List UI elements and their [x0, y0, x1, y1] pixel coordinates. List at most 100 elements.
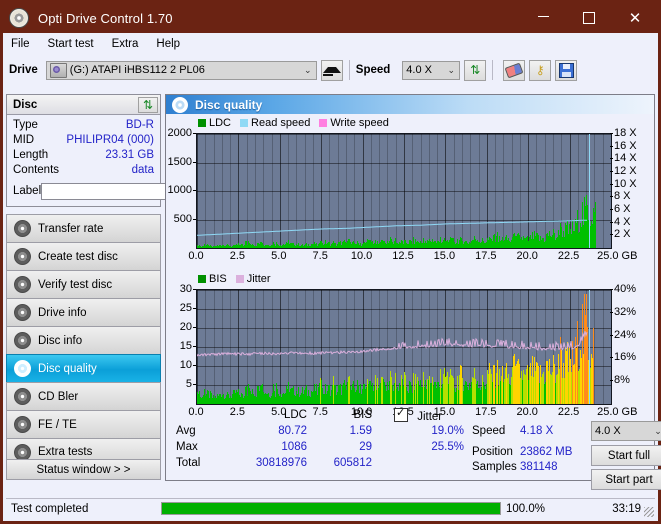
window-title: Opti Drive Control 1.70 [38, 10, 173, 26]
y-axis-tick: 10 [180, 359, 197, 371]
legend-label: BIS [209, 273, 227, 285]
x-axis-tick: 5.0 [271, 250, 287, 262]
status-bar: Test completed 100.0% 33:19 [6, 498, 655, 518]
resize-grip[interactable] [644, 507, 654, 517]
start-part-button[interactable]: Start part [591, 469, 661, 490]
sidebar-item-fe-te[interactable]: FE / TE [6, 410, 161, 438]
sidebar-item-disc-info[interactable]: Disc info [6, 326, 161, 354]
y-axis-tick: 20 [180, 321, 197, 333]
toolbar-divider-1 [348, 60, 350, 80]
test-speed-select[interactable]: 4.0 X ⌄ [591, 421, 661, 441]
x-axis-tick: 25.0 GB [597, 250, 638, 262]
app-window: Opti Drive Control 1.70 ✕ File Start tes… [0, 0, 661, 524]
speed-result-value: 4.18 X [520, 425, 554, 437]
menu-file[interactable]: File [11, 36, 39, 52]
stat-col-header-bis: BIS [353, 409, 372, 421]
start-full-button[interactable]: Start full [591, 445, 661, 466]
eject-button[interactable] [320, 59, 343, 81]
menu-bar: File Start test Extra Help [3, 33, 658, 54]
sidebar-item-disc-quality[interactable]: Disc quality [6, 354, 161, 382]
samples-label: Samples [472, 461, 517, 473]
sidebar-item-create-test-disc[interactable]: Create test disc [6, 242, 161, 270]
sidebar-nav: Transfer rate Create test disc Verify te… [6, 214, 161, 466]
disc-refresh-button[interactable]: ⇅ [138, 96, 158, 113]
sidebar-item-verify-test-disc[interactable]: Verify test disc [6, 270, 161, 298]
stat-avg-ldc: 80.72 [278, 425, 307, 437]
sidebar-item-label: CD Bler [38, 390, 79, 403]
speed-select[interactable]: 4.0 X ⌄ [402, 60, 461, 80]
legend-jitter: Jitter [235, 273, 271, 285]
disc-contents-value: data [131, 164, 154, 176]
y-axis-tick: 1500 [168, 156, 197, 168]
toolbar-divider-2 [492, 60, 494, 80]
sidebar-item-transfer-rate[interactable]: Transfer rate [6, 214, 161, 242]
elapsed-time: 33:19 [612, 502, 641, 515]
chart-ldc: 2000 1500 1000 500 18 X 16 X 14 X 12 X 10 X8 X6 … [166, 127, 654, 270]
jitter-label: Jitter [417, 411, 443, 423]
menu-extra[interactable]: Extra [112, 36, 148, 52]
drive-select[interactable]: (G:) ATAPI iHBS112 2 PL06 ⌄ [45, 60, 317, 80]
legend-label: Read speed [251, 117, 311, 129]
legend-swatch [240, 119, 249, 127]
position-cursor [589, 290, 591, 404]
maximize-button[interactable] [566, 3, 612, 33]
save-button[interactable] [555, 59, 578, 81]
close-icon[interactable]: ✕ [612, 3, 658, 33]
status-window-button[interactable]: Status window > > [6, 459, 161, 480]
sidebar-item-label: Disc quality [38, 362, 97, 375]
y2-axis-tick: 8% [610, 374, 630, 386]
legend-label: Write speed [330, 117, 389, 129]
drive-label: Drive [9, 64, 38, 76]
y2-axis-tick: 16% [610, 351, 636, 363]
refresh-button[interactable]: ⇅ [464, 59, 487, 81]
disc-panel-title: Disc [13, 98, 38, 111]
disc-contents-label: Contents [13, 164, 60, 176]
stat-max-jitter: 25.5% [431, 441, 464, 453]
sidebar-item-label: Extra tests [38, 446, 93, 458]
y2-axis-tick: 14 X [610, 152, 637, 164]
stat-total-ldc: 30818976 [255, 457, 307, 469]
stat-col-header-ldc: LDC [283, 409, 307, 421]
position-value: 23862 MB [520, 446, 573, 458]
y2-axis-tick: 10 X [610, 178, 637, 190]
disc-icon [14, 360, 31, 377]
progress-bar [161, 502, 501, 515]
erase-button[interactable] [503, 59, 526, 81]
minimize-button[interactable] [520, 3, 566, 33]
disc-icon [14, 388, 31, 405]
legend-bis: BIS [198, 273, 227, 285]
legend-ldc: LDC [198, 117, 231, 129]
chart-ldc-plot[interactable] [196, 133, 612, 249]
chart-lines [197, 219, 587, 236]
x-axis-tick: 0.0 [188, 250, 204, 262]
stat-max-bis: 29 [359, 441, 372, 453]
y-axis-tick: 5 [186, 378, 197, 390]
legend-swatch [319, 119, 328, 127]
sidebar-item-drive-info[interactable]: Drive info [6, 298, 161, 326]
menu-start-test[interactable]: Start test [48, 36, 103, 52]
disc-panel: Disc ⇅ Type BD-R MID PHILIPR04 (000) Len… [6, 94, 245, 207]
disc-panel-header: Disc ⇅ [7, 95, 160, 115]
speed-value: 4.0 X [406, 64, 432, 76]
stat-total-bis: 605812 [333, 457, 372, 469]
app-icon [9, 8, 29, 28]
legend-swatch [198, 275, 206, 283]
sidebar-item-label: Verify test disc [38, 278, 113, 291]
legend-read-speed: Read speed [240, 117, 310, 129]
x-axis-tick: 20.0 [516, 250, 538, 262]
y2-axis-tick: 2 X [610, 228, 631, 240]
y2-axis-tick: 24% [610, 329, 636, 341]
disc-row-length: Length 23.31 GB [13, 148, 154, 163]
jitter-checkbox[interactable]: Jitter [394, 406, 443, 423]
menu-help[interactable]: Help [156, 36, 189, 52]
chart-bis-jitter-plot[interactable] [196, 289, 612, 405]
y-axis-tick: 15 [180, 340, 197, 352]
sidebar-item-cd-bler[interactable]: CD Bler [6, 382, 161, 410]
x-axis-tick: 22.5 [557, 250, 580, 262]
tools-button[interactable]: ⚷ [529, 59, 552, 81]
x-axis-tick: 15.0 [433, 250, 456, 262]
disc-row-contents: Contents data [13, 163, 154, 178]
disc-mid-value: PHILIPR04 (000) [66, 134, 154, 146]
disc-type-label: Type [13, 119, 38, 131]
sidebar-item-label: Transfer rate [38, 222, 104, 235]
